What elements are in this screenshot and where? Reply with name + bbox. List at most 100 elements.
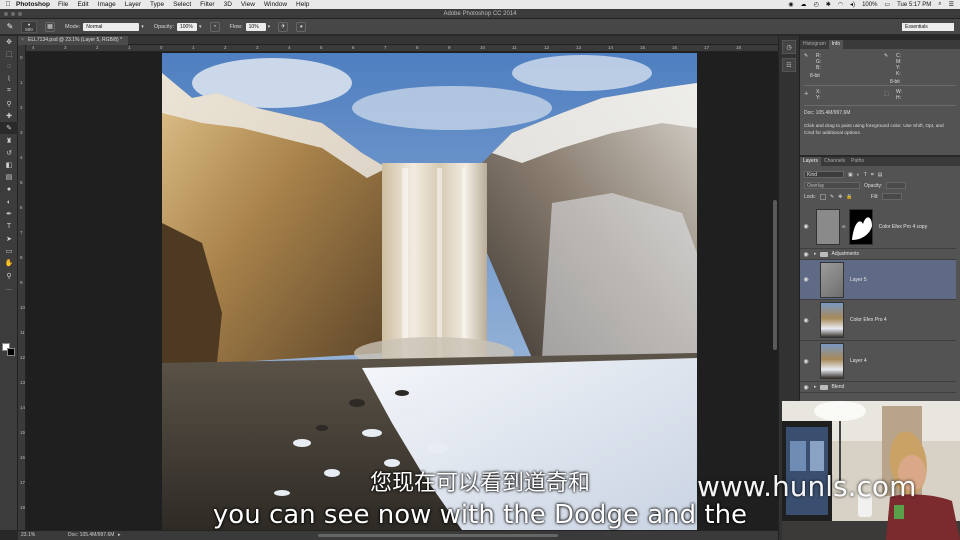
color-swatches[interactable] [2,343,16,357]
layer-thumbnail[interactable] [820,261,844,298]
opacity-field[interactable]: 100% [177,22,197,31]
layer-opacity-field[interactable] [886,182,907,189]
brush-panel-toggle-icon[interactable]: ▦ [45,21,55,32]
document-tab[interactable]: × ELL7134.psd @ 23.1% (Layer 5, RGB/8) * [18,36,129,45]
menu-window[interactable]: Window [264,1,287,8]
dodge-tool-icon[interactable]: ◐ [0,196,18,208]
lasso-tool-icon[interactable]: ◌ [0,61,18,73]
layer-row-selected[interactable]: ◉ Layer 5 [800,260,956,300]
crop-tool-icon[interactable]: ⌗ [0,85,18,97]
workspace-switcher[interactable]: Essentials [902,23,954,31]
status-icon[interactable]: ◉ [788,1,793,8]
menu-image[interactable]: Image [98,1,116,8]
layer-row[interactable]: ◉ Color Efex Pro 4 [800,300,956,341]
menu-layer[interactable]: Layer [125,1,141,8]
layer-name[interactable]: Adjustments [832,251,860,257]
visibility-eye-icon[interactable]: ◉ [800,223,812,230]
notification-icon[interactable]: ☰ [949,1,954,8]
menu-clock[interactable]: Tue 5:17 PM [897,2,931,8]
hand-tool-icon[interactable]: ✋ [0,257,18,269]
layer-thumbnail[interactable] [820,343,844,379]
menu-filter[interactable]: Filter [200,1,214,8]
brush-size-picker[interactable]: ● 500 [21,20,37,33]
layer-mask-thumbnail[interactable] [848,208,873,245]
layer-group-row[interactable]: ◉ ▸ Blend [800,382,956,393]
layer-thumbnail[interactable] [820,302,844,338]
layer-thumbnail[interactable] [816,208,840,245]
filter-shape-icon[interactable]: ⌗ [871,172,874,178]
menu-app-name[interactable]: Photoshop [16,1,50,8]
pressure-opacity-icon[interactable]: ◔ [209,21,220,32]
layer-name[interactable]: Blend [832,384,845,390]
battery-icon[interactable]: ▭ [884,1,890,8]
group-expand-chevron-icon[interactable]: ▸ [814,251,817,257]
menu-type[interactable]: Type [150,1,164,8]
tab-info[interactable]: Info [828,40,844,49]
chevron-down-icon[interactable]: ▾ [199,24,202,30]
history-panel-icon[interactable]: ◷ [782,40,796,54]
filter-adjustment-icon[interactable]: ◐ [857,172,860,178]
vertical-scrollbar[interactable] [773,200,777,350]
layer-row[interactable]: ◉ Layer 4 [800,341,956,382]
filter-smart-object-icon[interactable]: ▤ [878,172,883,178]
zoom-window-button[interactable] [18,12,22,16]
spotlight-icon[interactable]: ⌕ [938,1,941,8]
move-tool-icon[interactable]: ✥ [0,36,18,48]
layer-name[interactable]: Layer 4 [850,358,867,364]
apple-menu-icon[interactable]:  [0,1,16,8]
tab-channels[interactable]: Channels [821,157,848,166]
menu-view[interactable]: View [241,1,255,8]
eyedropper-tool-icon[interactable]: ⚲ [0,97,18,109]
layer-name[interactable]: Layer 5 [850,277,867,283]
visibility-eye-icon[interactable]: ◉ [800,317,812,324]
clock-icon[interactable]: ◴ [814,1,819,8]
gradient-tool-icon[interactable]: ▤ [0,171,18,183]
group-expand-chevron-icon[interactable]: ▸ [814,384,817,390]
horizontal-ruler[interactable]: 4 3 2 1 0 1 2 3 4 5 6 7 8 9 10 11 12 13 14 15 16 17 18 [26,45,778,52]
quick-select-tool-icon[interactable]: ⌇ [0,73,18,85]
properties-panel-icon[interactable]: ☷ [782,58,796,72]
eraser-tool-icon[interactable]: ◧ [0,159,18,171]
lock-transparency-icon[interactable] [819,193,826,200]
visibility-eye-icon[interactable]: ◉ [800,358,812,365]
tab-paths[interactable]: Paths [848,157,867,166]
blur-tool-icon[interactable]: ● [0,184,18,196]
flow-field[interactable]: 10% [245,22,266,31]
pressure-size-icon[interactable]: ◕ [296,21,307,32]
lock-pixels-icon[interactable]: ✎ [830,194,834,200]
blend-mode-select[interactable]: Overlay [804,182,860,189]
brush-tool-preset-icon[interactable]: ✎ [3,21,17,33]
pen-tool-icon[interactable]: ✒ [0,208,18,220]
airbrush-icon[interactable]: ✈ [278,21,289,32]
layer-filter-select[interactable]: Kind [804,171,844,178]
cloud-icon[interactable]: ☁ [801,1,807,8]
status-menu-icon[interactable]: ▸ [118,531,121,540]
document-size[interactable]: Doc: 105.4M/997.6M [68,531,114,540]
visibility-eye-icon[interactable]: ◉ [800,251,812,258]
visibility-eye-icon[interactable]: ◉ [800,276,812,283]
healing-brush-tool-icon[interactable]: ✚ [0,110,18,122]
filter-type-icon[interactable]: T [864,172,867,178]
clone-stamp-tool-icon[interactable]: ♜ [0,134,18,146]
horizontal-scrollbar[interactable] [318,534,558,537]
volume-icon[interactable]: ◂) [850,1,855,8]
mask-link-icon[interactable]: ∞ [842,224,846,230]
menu-edit[interactable]: Edit [77,1,88,8]
path-select-tool-icon[interactable]: ➤ [0,233,18,245]
layer-name[interactable]: Color Efex Pro 4 [850,317,887,323]
menu-3d[interactable]: 3D [224,1,232,8]
mode-select[interactable]: Normal [83,22,140,31]
tab-layers[interactable]: Layers [800,157,822,166]
close-tab-icon[interactable]: × [21,36,24,45]
layer-group-row[interactable]: ◉ ▸ Adjustments [800,249,956,260]
layer-row[interactable]: ◉ ∞ Color Efex Pro 4 copy [800,205,956,249]
zoom-level[interactable]: 23.1% [21,531,35,540]
filter-pixel-icon[interactable]: ▣ [848,172,853,178]
wifi-icon[interactable]: ◠ [838,1,843,8]
lock-position-icon[interactable]: ✥ [838,194,842,200]
more-tools-icon[interactable]: … [0,282,18,294]
type-tool-icon[interactable]: T [0,220,18,232]
zoom-tool-icon[interactable]: ⚲ [0,270,18,282]
marquee-tool-icon[interactable]: ⬚ [0,48,18,60]
minimize-window-button[interactable] [11,12,15,16]
